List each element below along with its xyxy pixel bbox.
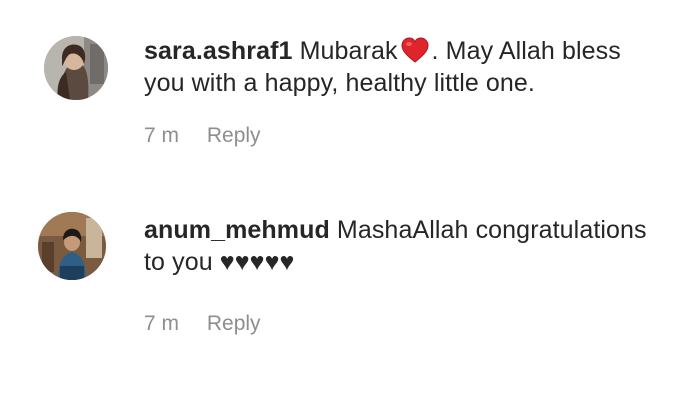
comment-username[interactable]: sara.ashraf1 — [144, 37, 293, 65]
comment-meta: 7 m Reply — [144, 124, 261, 148]
comment-body-start: Mubarak — [299, 37, 398, 65]
reply-button[interactable]: Reply — [207, 124, 261, 147]
comment-timestamp: 7 m — [144, 124, 180, 147]
comment-text: sara.ashraf1 Mubarak. May Allah bless yo… — [144, 35, 664, 99]
avatar[interactable] — [38, 212, 106, 280]
comment-meta: 7 m Reply — [144, 312, 261, 336]
comment-username[interactable]: anum_mehmud — [144, 216, 330, 244]
comment-text: anum_mehmud MashaAllah congratulations t… — [144, 214, 664, 278]
comment-timestamp: 7 m — [144, 312, 180, 335]
profile-photo-icon — [38, 212, 106, 280]
reply-button[interactable]: Reply — [207, 312, 261, 335]
red-heart-icon — [400, 37, 430, 63]
profile-photo-icon — [44, 36, 108, 100]
avatar[interactable] — [44, 36, 108, 100]
